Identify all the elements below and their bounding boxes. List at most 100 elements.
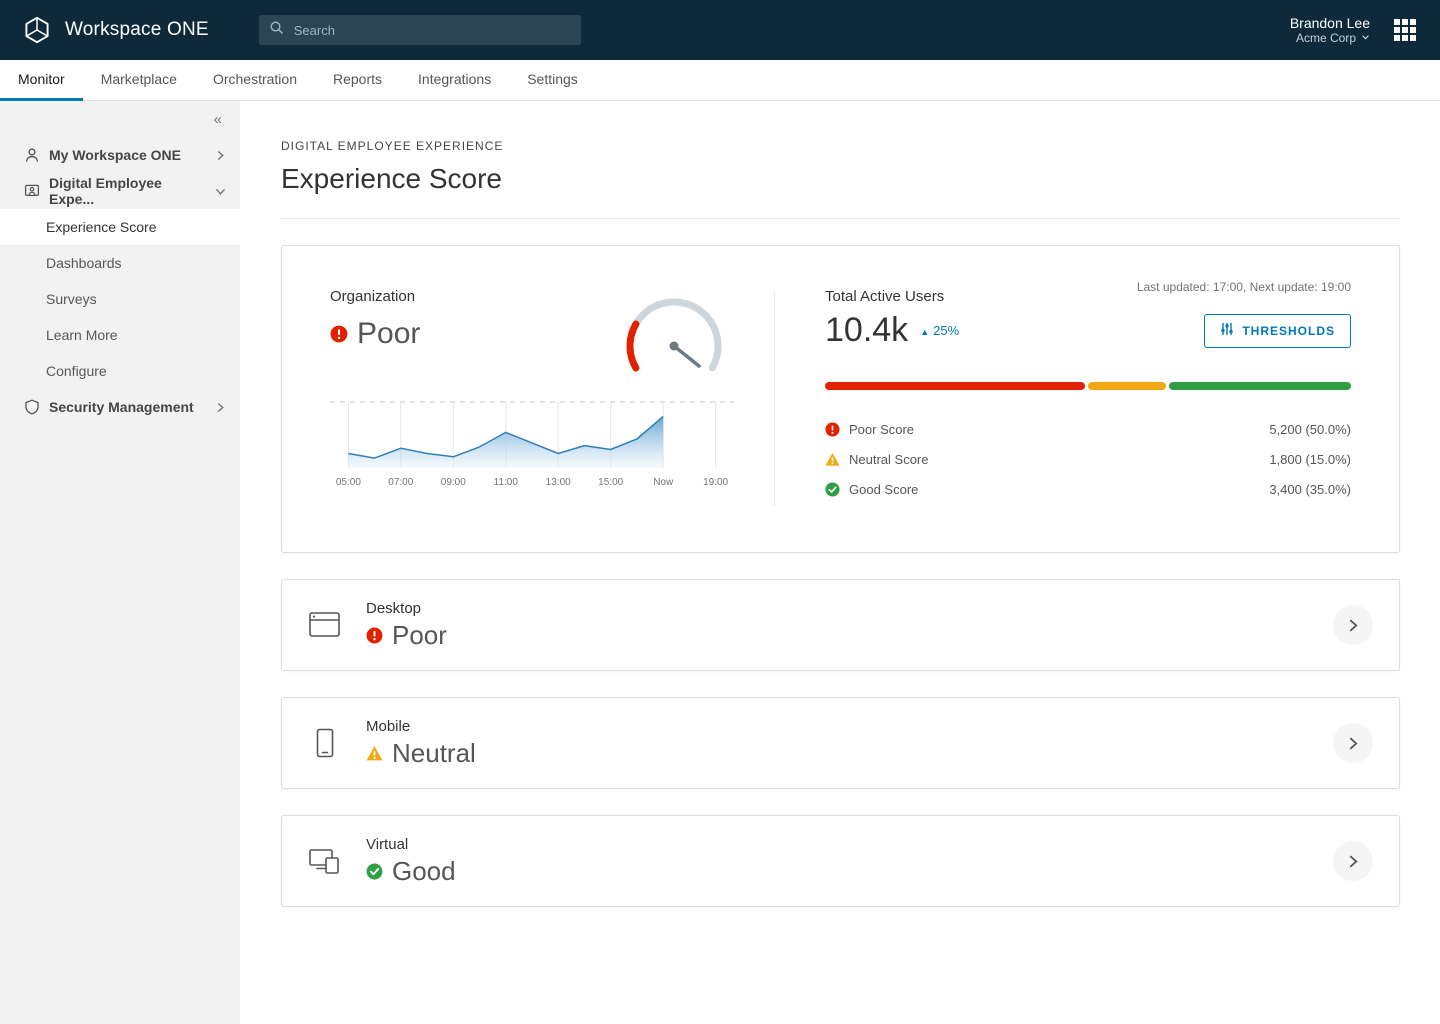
experience-trend-chart: 05:00 07:00 09:00 11:00 13:00 15:00 Now 19:00 (330, 401, 734, 488)
device-label: Desktop (366, 599, 422, 617)
svg-text:09:00: 09:00 (441, 477, 466, 488)
error-icon (366, 627, 383, 644)
sidebar-item-label: Security Management (49, 399, 194, 415)
sidebar-collapse-button[interactable] (214, 112, 222, 127)
distribution-segment (1088, 382, 1166, 390)
tab-orchestration[interactable]: Orchestration (195, 60, 315, 101)
legend-row-good: Good Score 3,400 (35.0%) (825, 474, 1351, 504)
svg-text:19:00: 19:00 (703, 477, 728, 488)
distribution-segment (825, 382, 1085, 390)
legend-value: 3,400 (35.0%) (1269, 481, 1351, 497)
workspace-one-logo-icon (22, 15, 52, 45)
trend-value: 25% (933, 323, 960, 338)
sidebar-item-security-management[interactable]: Security Management (0, 389, 240, 425)
warning-icon (366, 745, 383, 762)
desktop-icon (308, 610, 342, 640)
virtual-detail-button[interactable] (1333, 841, 1373, 881)
svg-text:07:00: 07:00 (388, 477, 413, 488)
user-menu[interactable]: Brandon Lee Acme Corp (1290, 15, 1370, 45)
mobile-detail-button[interactable] (1333, 723, 1373, 763)
sidebar-subitem-learn-more[interactable]: Learn More (0, 317, 240, 353)
chevron-right-icon (1349, 855, 1358, 867)
org-name: Acme Corp (1295, 31, 1356, 45)
warning-icon (825, 452, 840, 467)
svg-text:Now: Now (653, 477, 674, 488)
legend-value: 1,800 (15.0%) (1269, 451, 1351, 467)
success-icon (366, 863, 383, 880)
device-score-value: Neutral (392, 737, 476, 768)
legend-label: Good Score (849, 481, 919, 497)
desktop-detail-button[interactable] (1333, 605, 1373, 645)
device-score-value: Poor (392, 619, 447, 650)
sliders-icon (1220, 322, 1234, 339)
app-grid-icon[interactable] (1392, 17, 1418, 43)
success-icon (825, 481, 840, 497)
score-gauge (626, 298, 722, 372)
primary-tabs: Monitor Marketplace Orchestration Report… (0, 60, 1440, 101)
device-score-value: Good (392, 855, 456, 886)
thresholds-button[interactable]: THRESHOLDS (1204, 313, 1351, 348)
tab-monitor[interactable]: Monitor (0, 60, 83, 101)
trend-up-icon (920, 323, 929, 338)
organization-label: Organization (330, 288, 416, 305)
virtual-devices-icon (308, 846, 342, 876)
sidebar: My Workspace ONE Digital Employee Expe..… (0, 101, 240, 1024)
top-bar: Workspace ONE Brandon Lee Acme Corp (0, 0, 1440, 60)
device-label: Mobile (366, 717, 411, 735)
svg-text:11:00: 11:00 (494, 477, 519, 488)
user-icon (24, 147, 40, 163)
sidebar-item-digital-employee-experience[interactable]: Digital Employee Expe... (0, 173, 240, 209)
product-name: Workspace ONE (65, 19, 209, 40)
main-content: DIGITAL EMPLOYEE EXPERIENCE Experience S… (240, 101, 1440, 1024)
error-icon (825, 421, 840, 437)
user-name: Brandon Lee (1289, 15, 1370, 31)
legend-label: Poor Score (849, 421, 915, 437)
shield-icon (24, 399, 40, 415)
tab-reports[interactable]: Reports (315, 60, 400, 101)
legend-row-neutral: Neutral Score 1,800 (15.0%) (825, 444, 1351, 474)
breadcrumb: DIGITAL EMPLOYEE EXPERIENCE (281, 139, 504, 153)
sidebar-item-label: Digital Employee Expe... (49, 175, 162, 207)
total-active-users-label: Total Active Users (825, 288, 945, 305)
mobile-score-card[interactable]: Mobile Neutral (281, 697, 1400, 789)
organization-score: Poor (357, 317, 421, 350)
virtual-score-card[interactable]: Virtual Good (281, 815, 1400, 907)
thresholds-label: THRESHOLDS (1242, 323, 1335, 338)
search-input[interactable] (291, 21, 571, 39)
sidebar-subitem-experience-score[interactable]: Experience Score (0, 209, 240, 245)
trend-indicator: 25% (920, 323, 959, 338)
chevron-right-icon (1349, 619, 1358, 631)
page-title: Experience Score (281, 163, 503, 194)
sidebar-subitem-surveys[interactable]: Surveys (0, 281, 240, 317)
chevron-right-icon (1349, 737, 1358, 749)
device-label: Virtual (366, 835, 409, 853)
chevron-right-icon (215, 402, 226, 413)
sidebar-item-my-workspace-one[interactable]: My Workspace ONE (0, 137, 240, 173)
total-active-users-value: 10.4k (825, 311, 909, 349)
svg-text:15:00: 15:00 (598, 477, 623, 488)
sidebar-subitem-dashboards[interactable]: Dashboards (0, 245, 240, 281)
title-divider (281, 218, 1400, 219)
sidebar-subitem-configure[interactable]: Configure (0, 353, 240, 389)
svg-text:05:00: 05:00 (336, 477, 361, 488)
search-icon (269, 20, 284, 40)
desktop-score-card[interactable]: Desktop Poor (281, 579, 1400, 671)
sidebar-item-label: My Workspace ONE (49, 147, 182, 163)
tab-marketplace[interactable]: Marketplace (83, 60, 195, 101)
score-distribution-bar (825, 382, 1351, 390)
error-icon (330, 325, 348, 343)
tab-integrations[interactable]: Integrations (400, 60, 509, 101)
legend-value: 5,200 (50.0%) (1269, 421, 1351, 437)
mobile-icon (308, 728, 342, 758)
svg-text:13:00: 13:00 (546, 477, 571, 488)
tab-settings[interactable]: Settings (509, 60, 596, 101)
legend-row-poor: Poor Score 5,200 (50.0%) (825, 414, 1351, 444)
brand: Workspace ONE (22, 15, 209, 45)
chevron-right-icon (215, 150, 226, 161)
chevron-down-icon (1361, 31, 1370, 45)
global-search[interactable] (258, 15, 581, 45)
organization-score-card: Organization Poor 05:00 07:00 09:00 11:0… (281, 245, 1400, 553)
employee-experience-icon (24, 183, 40, 199)
last-updated-text: Last updated: 17:00, Next update: 19:00 (1136, 280, 1351, 294)
legend-label: Neutral Score (849, 451, 929, 467)
